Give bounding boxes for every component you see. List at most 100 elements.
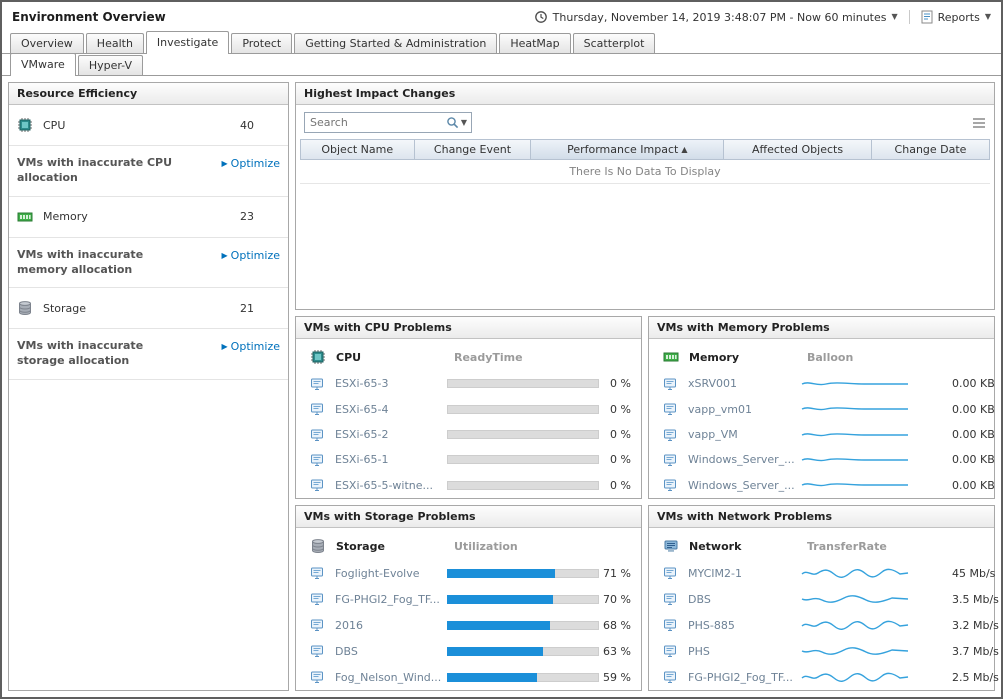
metric-label: CPU: [336, 351, 454, 364]
vm-name[interactable]: ESXi-65-1: [335, 453, 447, 466]
vm-name[interactable]: MYCIM2-1: [688, 567, 800, 580]
vm-name[interactable]: PHS-885: [688, 619, 800, 632]
readytime-bar: [447, 405, 599, 414]
vm-name[interactable]: DBS: [688, 593, 800, 606]
table-customizer-icon[interactable]: [972, 117, 986, 129]
vm-name[interactable]: vapp_VM: [688, 428, 800, 441]
panel-title: Highest Impact Changes: [296, 83, 994, 105]
vm-name[interactable]: DBS: [335, 645, 447, 658]
table-row[interactable]: FG-PHGI2_Fog_TF... 2.5 Mb/s: [649, 664, 994, 690]
table-row[interactable]: PHS-885 3.2 Mb/s: [649, 612, 994, 638]
network-problems-panel: VMs with Network Problems Network Transf…: [648, 505, 995, 691]
tab-heatmap[interactable]: HeatMap: [499, 33, 570, 53]
tab-overview[interactable]: Overview: [10, 33, 84, 53]
vm-icon: [663, 592, 679, 606]
transfer-rate-value: 3.5 Mb/s: [952, 593, 999, 606]
vm-name[interactable]: Foglight-Evolve: [335, 567, 447, 580]
reports-button[interactable]: Reports ▼: [921, 10, 991, 24]
table-row[interactable]: DBS 63 %: [296, 638, 641, 664]
search-input[interactable]: [305, 116, 442, 129]
column-header-affected-objects[interactable]: Affected Objects: [724, 140, 872, 159]
storage-optimize-link[interactable]: ▶Optimize: [222, 340, 280, 369]
cpu-count: 40: [240, 119, 280, 132]
readytime-bar: [447, 430, 599, 439]
column-header-object-name[interactable]: Object Name: [301, 140, 415, 159]
table-row[interactable]: vapp_VM 0.00 KB: [649, 422, 994, 447]
chevron-down-icon: ▼: [985, 13, 991, 21]
memory-icon: [663, 349, 681, 365]
tab-scatterplot[interactable]: Scatterplot: [573, 33, 656, 53]
storage-metric-row[interactable]: Storage 21: [9, 288, 288, 329]
table-row[interactable]: FG-PHGI2_Fog_TF... 70 %: [296, 586, 641, 612]
storage-allocation-row: VMs with inaccurate storage allocation ▶…: [9, 329, 288, 380]
transfer-rate-sparkline: [800, 565, 952, 581]
table-row[interactable]: ESXi-65-4 0 %: [296, 396, 641, 421]
table-row[interactable]: ESXi-65-3 0 %: [296, 371, 641, 396]
tab-protect[interactable]: Protect: [231, 33, 292, 53]
vm-name[interactable]: vapp_vm01: [688, 403, 800, 416]
readytime-bar: [447, 481, 599, 490]
storage-icon: [17, 300, 35, 316]
top-bar: Environment Overview Thursday, November …: [2, 2, 1001, 32]
vm-name[interactable]: xSRV001: [688, 377, 800, 390]
balloon-sparkline: [800, 401, 952, 417]
table-row[interactable]: ESXi-65-1 0 %: [296, 447, 641, 472]
value-column-label: TransferRate: [807, 540, 887, 553]
cpu-optimize-link[interactable]: ▶Optimize: [222, 157, 280, 186]
divider: [909, 10, 910, 24]
table-row[interactable]: xSRV001 0.00 KB: [649, 371, 994, 396]
memory-metric-row[interactable]: Memory 23: [9, 197, 288, 238]
vm-icon: [310, 670, 326, 684]
vm-icon: [310, 644, 326, 658]
triangle-right-icon: ▶: [222, 342, 228, 351]
vm-name[interactable]: PHS: [688, 645, 800, 658]
highest-impact-changes-panel: Highest Impact Changes ▼: [295, 82, 995, 310]
table-row[interactable]: Windows_Server_... 0.00 KB: [649, 473, 994, 498]
vm-name[interactable]: Windows_Server_...: [688, 479, 800, 492]
vm-name[interactable]: FG-PHGI2_Fog_TF...: [688, 671, 800, 684]
vm-name[interactable]: 2016: [335, 619, 447, 632]
table-row[interactable]: PHS 3.7 Mb/s: [649, 638, 994, 664]
vm-name[interactable]: ESXi-65-4: [335, 403, 447, 416]
memory-allocation-label: VMs with inaccurate memory allocation: [17, 248, 179, 278]
metric-label: Network: [689, 540, 807, 553]
vm-name[interactable]: Fog_Nelson_Wind...: [335, 671, 447, 684]
cpu-metric-row[interactable]: CPU 40: [9, 105, 288, 146]
table-row[interactable]: DBS 3.5 Mb/s: [649, 586, 994, 612]
vm-name[interactable]: ESXi-65-2: [335, 428, 447, 441]
utilization-bar: [447, 569, 599, 578]
chevron-down-icon: ▼: [461, 119, 467, 127]
table-row[interactable]: Foglight-Evolve 71 %: [296, 560, 641, 586]
vm-icon: [663, 618, 679, 632]
vm-icon: [310, 453, 326, 467]
table-row[interactable]: ESXi-65-5-witne... 0 %: [296, 473, 641, 498]
column-header-change-event[interactable]: Change Event: [415, 140, 532, 159]
tab-getting-started[interactable]: Getting Started & Administration: [294, 33, 497, 53]
vm-name[interactable]: FG-PHGI2_Fog_TF...: [335, 593, 447, 606]
column-header-change-date[interactable]: Change Date: [872, 140, 989, 159]
tab-investigate[interactable]: Investigate: [146, 31, 229, 54]
cpu-icon: [17, 117, 35, 133]
storage-icon: [310, 538, 328, 554]
table-row[interactable]: 2016 68 %: [296, 612, 641, 638]
tab-health[interactable]: Health: [86, 33, 144, 53]
table-row[interactable]: vapp_vm01 0.00 KB: [649, 396, 994, 421]
network-problems-subheader: Network TransferRate: [649, 528, 994, 560]
balloon-sparkline: [800, 427, 952, 443]
memory-optimize-link[interactable]: ▶Optimize: [222, 249, 280, 278]
table-row[interactable]: Fog_Nelson_Wind... 59 %: [296, 664, 641, 690]
tab-vmware[interactable]: VMware: [10, 53, 76, 76]
tab-hyperv[interactable]: Hyper-V: [78, 55, 143, 75]
table-row[interactable]: MYCIM2-1 45 Mb/s: [649, 560, 994, 586]
column-header-performance-impact[interactable]: Performance Impact▲: [531, 140, 724, 159]
time-range-selector[interactable]: Thursday, November 14, 2019 3:48:07 PM -…: [534, 10, 898, 24]
table-row[interactable]: Windows_Server_... 0.00 KB: [649, 447, 994, 472]
table-row[interactable]: ESXi-65-2 0 %: [296, 422, 641, 447]
utilization-bar: [447, 673, 599, 682]
vm-name[interactable]: ESXi-65-5-witne...: [335, 479, 447, 492]
panel-title: VMs with Storage Problems: [296, 506, 641, 528]
vm-name[interactable]: ESXi-65-3: [335, 377, 447, 390]
search-button[interactable]: ▼: [442, 113, 471, 132]
vm-name[interactable]: Windows_Server_...: [688, 453, 800, 466]
utilization-value: 70 %: [603, 593, 631, 606]
